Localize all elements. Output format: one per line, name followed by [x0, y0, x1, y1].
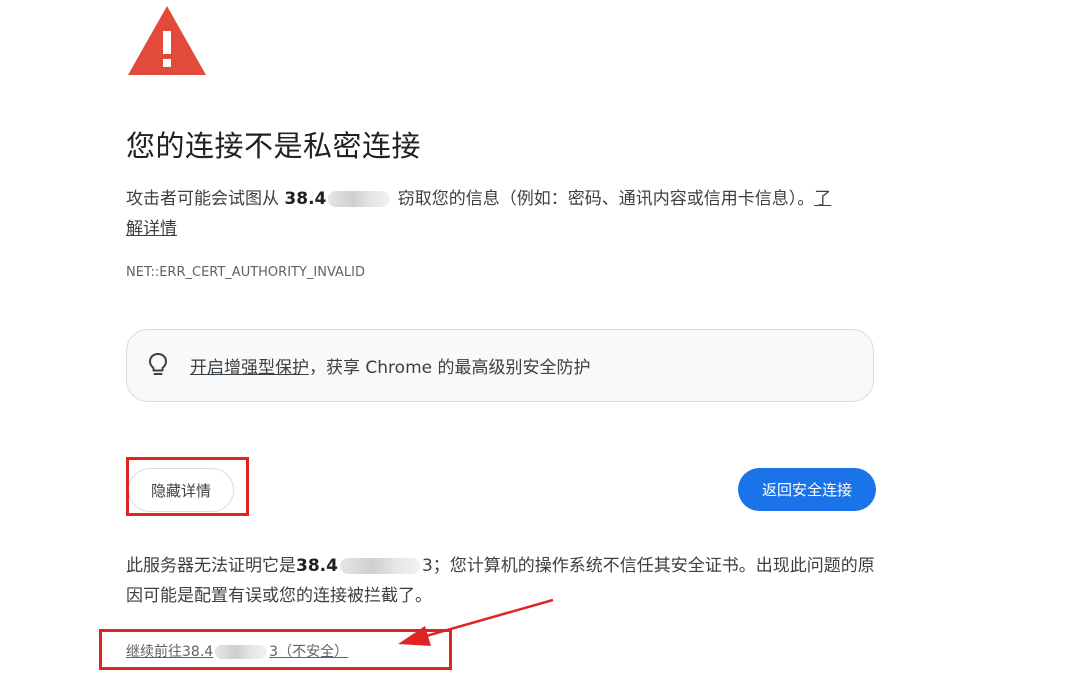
hide-details-button[interactable]: 隐藏详情 — [128, 468, 234, 512]
enhanced-protection-description: ，获享 Chrome 的最高级别安全防护 — [309, 358, 591, 378]
warning-triangle-icon — [128, 6, 206, 75]
explanation-text-before: 攻击者可能会试图从 — [126, 189, 285, 209]
page-title: 您的连接不是私密连接 — [126, 129, 422, 163]
details-paragraph: 此服务器无法证明它是38.4 3；您计算机的操作系统不信任其安全证书。出现此问题的… — [126, 551, 886, 611]
redacted-host — [215, 645, 268, 659]
details-host-address: 38.4 — [296, 556, 338, 576]
details-text-before: 此服务器无法证明它是 — [126, 556, 296, 576]
error-code: NET::ERR_CERT_AUTHORITY_INVALID — [126, 265, 366, 280]
explanation-paragraph: 攻击者可能会试图从 38.4 窃取您的信息（例如：密码、通讯内容或信用卡信息）。… — [126, 184, 846, 244]
host-address: 38.4 — [284, 189, 327, 209]
proceed-host-tail: 3 — [269, 644, 279, 660]
proceed-unsafe-link[interactable]: 继续前往38.4 3（不安全） — [126, 641, 348, 661]
enhanced-protection-text: 开启增强型保护，获享 Chrome 的最高级别安全防护 — [190, 353, 591, 378]
back-to-safety-button[interactable]: 返回安全连接 — [738, 468, 876, 511]
enhanced-protection-banner: 开启增强型保护，获享 Chrome 的最高级别安全防护 — [126, 329, 874, 402]
redacted-host — [339, 558, 420, 574]
proceed-text-before: 继续前往38.4 — [126, 644, 214, 660]
enable-enhanced-protection-link[interactable]: 开启增强型保护 — [190, 358, 309, 378]
explanation-text-after: 窃取您的信息（例如：密码、通讯内容或信用卡信息）。 — [392, 189, 815, 209]
lightbulb-icon — [149, 353, 167, 375]
redacted-host — [328, 191, 391, 207]
proceed-text-after: （不安全） — [278, 644, 349, 660]
details-host-tail: 3 — [421, 556, 433, 576]
